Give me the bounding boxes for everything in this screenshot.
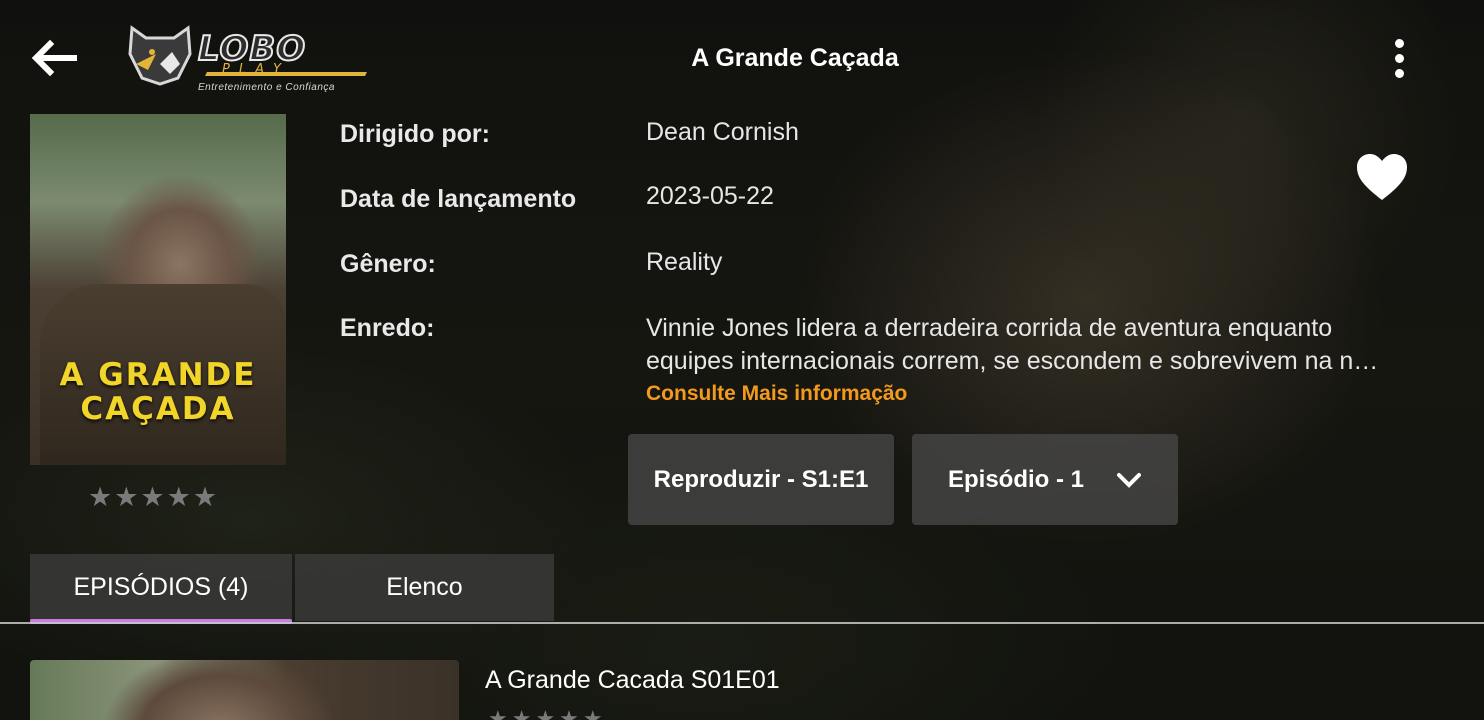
poster-image: A GRANDE CAÇADA <box>30 114 286 465</box>
chevron-down-icon <box>1117 472 1141 488</box>
heart-icon <box>1357 154 1407 200</box>
logo-tagline: Entretenimento e Confiança <box>198 82 335 93</box>
release-date-value: 2023-05-22 <box>646 182 774 210</box>
play-button-label: Reproduzir - S1:E1 <box>653 465 869 493</box>
release-date-label: Data de lançamento <box>340 185 577 213</box>
director-value: Dean Cornish <box>646 118 799 146</box>
episode-title[interactable]: A Grande Cacada S01E01 <box>485 666 780 695</box>
play-button[interactable]: Reproduzir - S1:E1 <box>628 434 894 525</box>
page-title: A Grande Caçada <box>691 44 899 72</box>
more-options-button[interactable] <box>1384 34 1414 82</box>
poster-title-line2: CAÇADA <box>80 391 236 427</box>
episode-thumbnail[interactable] <box>30 660 459 720</box>
plot-text: Vinnie Jones lidera a derradeira corrida… <box>646 312 1456 378</box>
tabs-divider <box>0 622 1484 624</box>
tab-cast[interactable]: Elenco <box>295 554 554 621</box>
tab-episodes-label: EPISÓDIOS (4) <box>73 573 249 601</box>
tab-cast-label: Elenco <box>386 573 463 601</box>
more-vertical-icon <box>1384 39 1414 78</box>
episode-dropdown[interactable]: Episódio - 1 <box>912 434 1178 525</box>
poster-title: A GRANDE CAÇADA <box>30 358 286 426</box>
episode-dropdown-label: Episódio - 1 <box>947 465 1084 493</box>
director-label: Dirigido por: <box>340 120 490 148</box>
favorite-button[interactable] <box>1354 152 1410 204</box>
plot-line-2: equipes internacionais correm, se escond… <box>646 347 1379 375</box>
tab-episodes[interactable]: EPISÓDIOS (4) <box>30 554 292 624</box>
read-more-link[interactable]: Consulte Mais informação <box>646 382 907 406</box>
genre-value: Reality <box>646 248 723 276</box>
episode-rating-stars: ★★★★★ <box>488 706 607 720</box>
poster-title-line1: A GRANDE <box>59 357 257 393</box>
screen: LOBO PLAY Entretenimento e Confiança A G… <box>0 0 1484 720</box>
genre-label: Gênero: <box>340 250 436 278</box>
plot-label: Enredo: <box>340 314 435 342</box>
plot-line-1: Vinnie Jones lidera a derradeira corrida… <box>646 314 1333 342</box>
rating-stars: ★★★★★ <box>88 482 220 512</box>
